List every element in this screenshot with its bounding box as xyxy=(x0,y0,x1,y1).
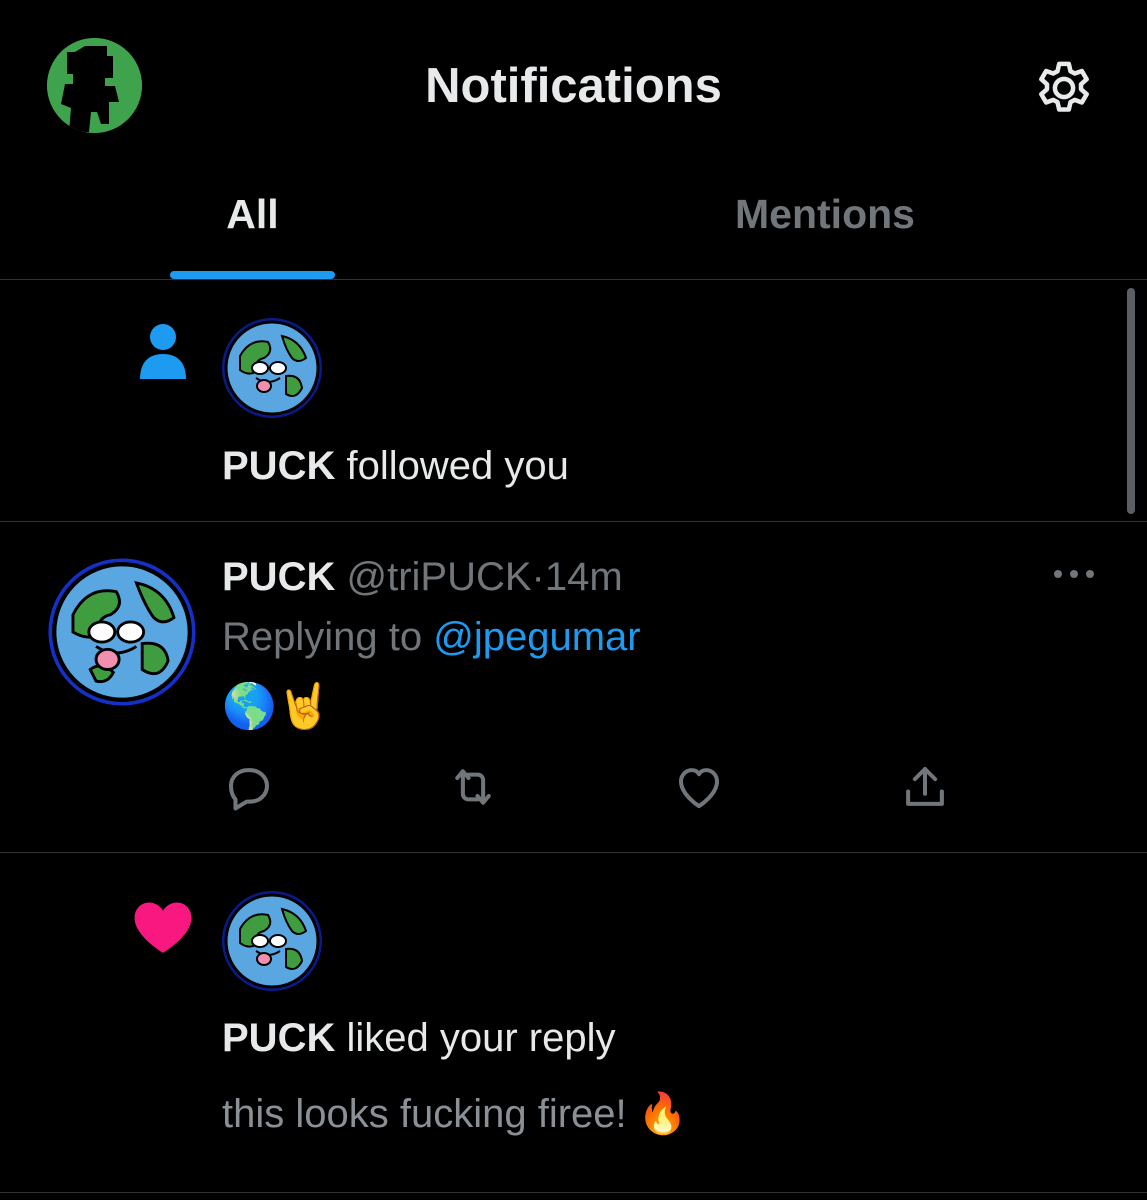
notification-action: liked your reply xyxy=(346,1016,616,1060)
gear-icon[interactable] xyxy=(1030,54,1098,122)
retweet-icon[interactable] xyxy=(446,760,500,814)
user-name[interactable]: PUCK xyxy=(222,1016,335,1060)
quoted-reply-text: this looks fucking firee! 🔥 xyxy=(222,1092,688,1136)
mention-link[interactable]: @jpegumar xyxy=(433,615,640,659)
active-tab-indicator xyxy=(170,271,335,279)
avatar[interactable] xyxy=(47,557,197,707)
avatar[interactable] xyxy=(220,316,324,420)
page-title: Notifications xyxy=(425,59,722,113)
user-handle[interactable]: @triPUCK xyxy=(346,555,531,599)
separator: · xyxy=(531,555,545,599)
reply-icon[interactable] xyxy=(222,760,276,814)
user-name[interactable]: PUCK xyxy=(222,444,335,488)
tweet-text: 🌎🤘 xyxy=(222,682,332,731)
person-icon xyxy=(138,323,188,381)
notification-like[interactable]: PUCK liked your reply this looks fucking… xyxy=(0,853,1147,1193)
heart-outline-icon[interactable] xyxy=(672,760,726,814)
tab-bar: All Mentions xyxy=(0,175,1147,280)
tab-mentions[interactable]: Mentions xyxy=(700,191,950,238)
tweet-header: PUCK @triPUCK·14m xyxy=(222,555,623,600)
notification-follow[interactable]: PUCK followed you xyxy=(0,281,1147,522)
heart-filled-icon xyxy=(132,898,194,956)
notification-text: PUCK liked your reply xyxy=(222,1016,615,1061)
share-icon[interactable] xyxy=(898,760,952,814)
avatar[interactable] xyxy=(220,889,324,993)
header: Notifications xyxy=(0,0,1147,175)
timestamp: 14m xyxy=(544,555,623,599)
replying-prefix: Replying to xyxy=(222,615,423,659)
replying-to: Replying to @jpegumar xyxy=(222,615,641,660)
notification-reply[interactable]: PUCK @triPUCK·14m Replying to @jpegumar … xyxy=(0,522,1147,853)
notification-text: PUCK followed you xyxy=(222,444,569,489)
user-name[interactable]: PUCK xyxy=(222,555,335,599)
notification-action: followed you xyxy=(346,444,569,488)
more-icon[interactable] xyxy=(1050,562,1098,586)
tab-all[interactable]: All xyxy=(170,191,335,238)
